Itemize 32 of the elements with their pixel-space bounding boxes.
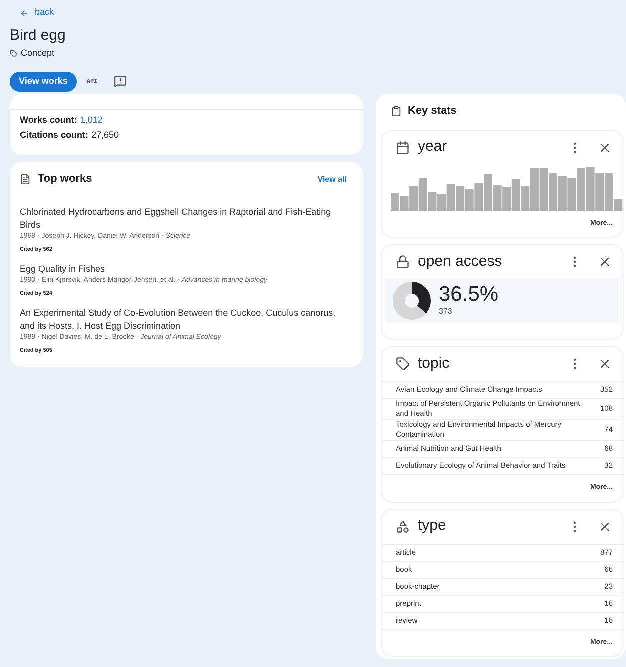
- count-link[interactable]: 1,012: [80, 114, 103, 126]
- percentage: 36.5%: [439, 284, 499, 306]
- close-icon: [598, 255, 612, 269]
- panel-title: type: [418, 516, 448, 536]
- clipboard-icon: [391, 106, 402, 117]
- tag-icon: [10, 50, 18, 58]
- view-all-link[interactable]: View all: [318, 174, 347, 186]
- work-title[interactable]: Chlorinated Hydrocarbons and Eggshell Changes in Raptorial and Fish-Eating Birds: [20, 206, 353, 232]
- card-title: Top works: [38, 172, 94, 188]
- document-icon: [20, 174, 31, 185]
- entity-type: Concept: [21, 47, 55, 60]
- feedback-icon[interactable]: [114, 75, 127, 88]
- panel-title: year: [418, 137, 448, 158]
- tag-icon: [396, 357, 410, 371]
- arrow-left-icon: [20, 8, 29, 18]
- lock-icon: [396, 255, 410, 269]
- count-value: 27,650: [92, 128, 120, 140]
- count-label: Works count:: [20, 114, 78, 126]
- work-title[interactable]: Egg Quality in Fishes: [20, 262, 353, 276]
- page-title: Bird egg: [10, 27, 67, 45]
- work-title[interactable]: An Experimental Study of Co-Evolution Between the Cuckoo, Cuculus canorus, and its Hosts. I. Host Egg Discrimination: [20, 306, 353, 332]
- count-label: Citations count:: [20, 128, 88, 140]
- donut-chart: [392, 281, 432, 321]
- close-icon: [598, 357, 612, 371]
- count: 373: [439, 306, 454, 318]
- shapes-icon: [396, 520, 410, 534]
- panel-title: open access: [418, 252, 504, 272]
- panel-title: topic: [418, 354, 451, 374]
- back-link[interactable]: back: [10, 6, 626, 20]
- view-works-button[interactable]: View works: [10, 72, 77, 92]
- card-title: Key stats: [408, 104, 457, 120]
- calendar-icon: [396, 140, 410, 154]
